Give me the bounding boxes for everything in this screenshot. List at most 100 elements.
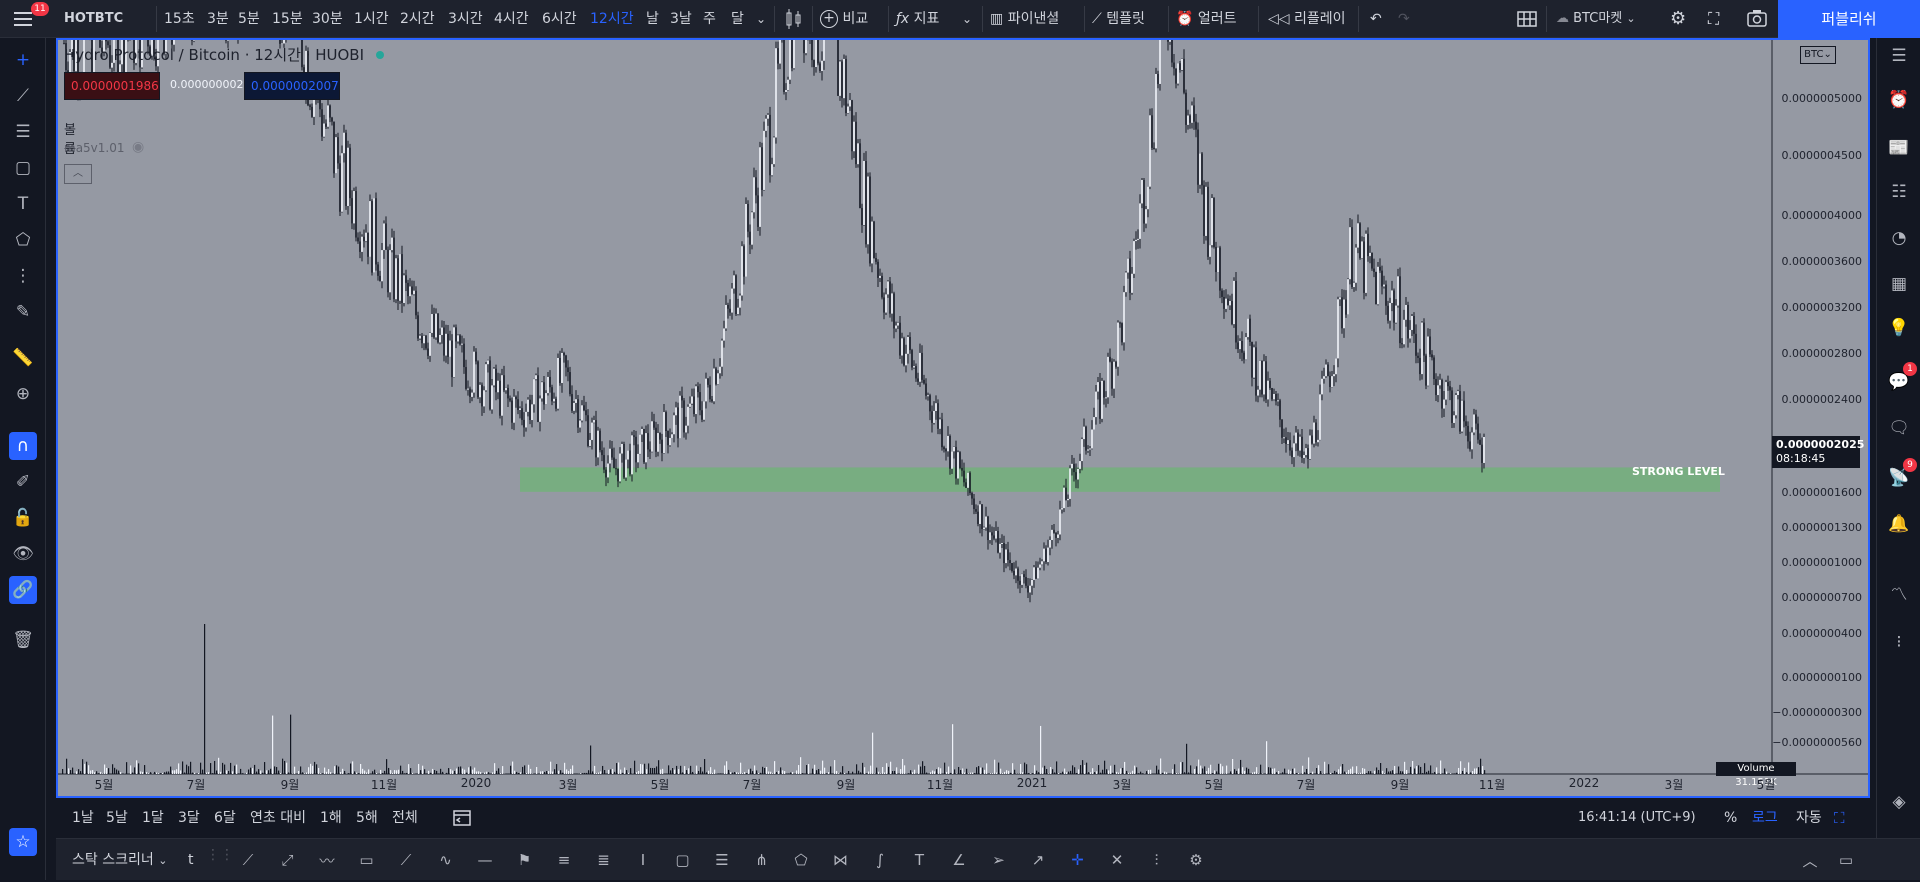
next-tab[interactable]: t [188, 839, 194, 881]
templates-button[interactable]: ⟋ 템플릿 [1092, 0, 1145, 38]
range-button[interactable]: 전체 [392, 800, 418, 836]
streams-icon[interactable]: 📡9 [1885, 464, 1913, 492]
interval-button[interactable]: 15초 [164, 0, 195, 38]
measure-icon[interactable]: ✕ [1103, 847, 1131, 873]
chat-icon[interactable]: 💬1 [1885, 368, 1913, 396]
flag-icon[interactable]: ⚑ [511, 847, 539, 873]
price-axis[interactable]: 0.00000050000.00000045000.00000040000.00… [1772, 40, 1868, 770]
range-button[interactable]: 5해 [356, 800, 378, 836]
lock-icon[interactable]: 🔓 [9, 504, 37, 532]
curve-icon[interactable]: ∫ [866, 847, 894, 873]
interval-button[interactable]: 12시간 [590, 0, 634, 38]
favorites-star-icon[interactable]: ☆ [9, 828, 37, 856]
market-selector[interactable]: ☁ BTC마켓 ⌄ [1556, 0, 1636, 38]
undo-icon[interactable]: ↶ [1370, 0, 1382, 38]
interval-button[interactable]: 1시간 [354, 0, 389, 38]
hotlist-icon[interactable]: ◔ [1885, 224, 1913, 252]
price-chart[interactable] [58, 40, 1868, 796]
ray-icon[interactable]: ⤢ [274, 847, 302, 873]
rectangle-icon[interactable]: ▢ [669, 847, 697, 873]
eye-icon[interactable]: ◉ [132, 139, 144, 155]
range-button[interactable]: 1날 [72, 800, 94, 836]
keep-drawing-icon[interactable]: ✐ [9, 468, 37, 496]
bars-pattern-icon[interactable]: ⫶ [1143, 847, 1171, 873]
range-button[interactable]: 3달 [178, 800, 200, 836]
rectangle-icon[interactable]: ▢ [9, 154, 37, 182]
calendar-icon[interactable]: ▦ [1885, 270, 1913, 298]
range-button[interactable]: 5날 [106, 800, 128, 836]
brush-icon[interactable]: ✎ [9, 298, 37, 326]
range-button[interactable]: 1해 [320, 800, 342, 836]
fib-retracement-icon[interactable]: ☰ [9, 118, 37, 146]
interval-button[interactable]: 달 [731, 0, 744, 38]
interval-button[interactable]: 30분 [312, 0, 343, 38]
fullscreen-chart-icon[interactable]: ⛶ [1834, 800, 1845, 836]
interval-button[interactable]: 15분 [272, 0, 303, 38]
magnet-icon[interactable]: ∩ [9, 432, 37, 460]
text-cursor-icon[interactable]: Ⅰ [629, 847, 657, 873]
redo-icon[interactable]: ↷ [1398, 0, 1410, 38]
auto-scale-toggle[interactable]: 자동 [1796, 800, 1822, 836]
callout-icon[interactable]: ▭ [353, 847, 381, 873]
prediction-icon[interactable]: ⋮ [9, 262, 37, 290]
maximize-panel-icon[interactable]: ▭ [1832, 847, 1860, 873]
compare-button[interactable]: + 비교 [820, 0, 868, 38]
range-button[interactable]: 1달 [142, 800, 164, 836]
interval-button[interactable]: 3날 [670, 0, 692, 38]
pattern-icon[interactable]: ⬠ [9, 226, 37, 254]
sell-price-button[interactable]: 0.0000001986 [64, 72, 160, 100]
collapse-panel-icon[interactable]: ︿ [1796, 847, 1824, 873]
interval-button[interactable]: 주 [703, 0, 716, 38]
goto-date-icon[interactable] [452, 800, 472, 836]
range-button[interactable]: 6달 [214, 800, 236, 836]
symbol-search[interactable]: HOTBTC [64, 0, 123, 38]
text-tool-icon[interactable]: T [9, 190, 37, 218]
parallel-channel-icon[interactable]: ≡ [550, 847, 578, 873]
percent-scale-toggle[interactable]: % [1724, 800, 1737, 836]
layers-icon[interactable]: ◈ [1885, 788, 1913, 816]
interval-button[interactable]: 3분 [207, 0, 229, 38]
lines-icon[interactable]: ☰ [708, 847, 736, 873]
interval-button[interactable]: 2시간 [400, 0, 435, 38]
log-scale-toggle[interactable]: 로그 [1752, 800, 1778, 836]
abc-pattern-icon[interactable]: ∿ [432, 847, 460, 873]
zigzag-icon[interactable]: 〰 [313, 847, 341, 873]
watchlist-icon[interactable]: ☰ [1885, 42, 1913, 70]
replay-button[interactable]: ◁◁ 리플레이 [1268, 0, 1346, 38]
crosshair-icon[interactable]: ✛ [1064, 847, 1092, 873]
data-window-icon[interactable]: ☷ [1885, 178, 1913, 206]
clock-timezone[interactable]: 16:41:14 (UTC+9) [1578, 800, 1696, 836]
stock-screener-tab[interactable]: 스탁 스크리너 ⌄ [72, 839, 167, 881]
crosshair-icon[interactable]: + [9, 46, 37, 74]
chart-pane[interactable] [56, 38, 1870, 798]
trend-line-icon[interactable]: ⟋ [234, 847, 262, 873]
text-icon[interactable]: T [906, 847, 934, 873]
pitchfork-icon[interactable]: ⋔ [748, 847, 776, 873]
ruler-icon[interactable]: 📏 [9, 344, 37, 372]
angle-icon[interactable]: ∠ [945, 847, 973, 873]
ideas-lightbulb-icon[interactable]: 💡 [1885, 314, 1913, 342]
settings-gear-icon[interactable]: ⚙ [1670, 0, 1686, 38]
trading-panel-icon[interactable]: 〽 [1885, 578, 1913, 606]
chevron-down-icon[interactable]: ⌄ [962, 0, 972, 38]
notifications-bell-icon[interactable]: 🔔 [1885, 510, 1913, 538]
path-icon[interactable]: ⟋ [392, 847, 420, 873]
fullscreen-icon[interactable]: ⛶ [1708, 0, 1719, 38]
drag-handle-icon[interactable]: ⋮⋮ [206, 847, 234, 873]
range-button[interactable]: 연초 대비 [250, 800, 306, 836]
buy-price-button[interactable]: 0.0000002007 [244, 72, 340, 100]
interval-button[interactable]: 날 [646, 0, 659, 38]
financials-button[interactable]: ▥ 파이낸셜 [990, 0, 1059, 38]
indicators-button[interactable]: ƒx 지표 [896, 0, 939, 38]
eye-icon[interactable]: 👁 [9, 540, 37, 568]
arrow-marker-icon[interactable]: ➢ [985, 847, 1013, 873]
camera-icon[interactable] [1746, 0, 1768, 38]
strong-level-zone[interactable] [520, 467, 1720, 491]
chevron-down-icon[interactable]: ⌄ [756, 0, 766, 38]
news-icon[interactable]: 📰 [1885, 134, 1913, 162]
dom-icon[interactable]: ⁝ [1885, 628, 1913, 656]
alert-button[interactable]: ⏰ 얼러트 [1176, 0, 1237, 38]
price-unit-selector[interactable]: BTC⌄ [1800, 46, 1836, 64]
link-icon[interactable]: 🔗 [9, 576, 37, 604]
interval-button[interactable]: 6시간 [542, 0, 577, 38]
